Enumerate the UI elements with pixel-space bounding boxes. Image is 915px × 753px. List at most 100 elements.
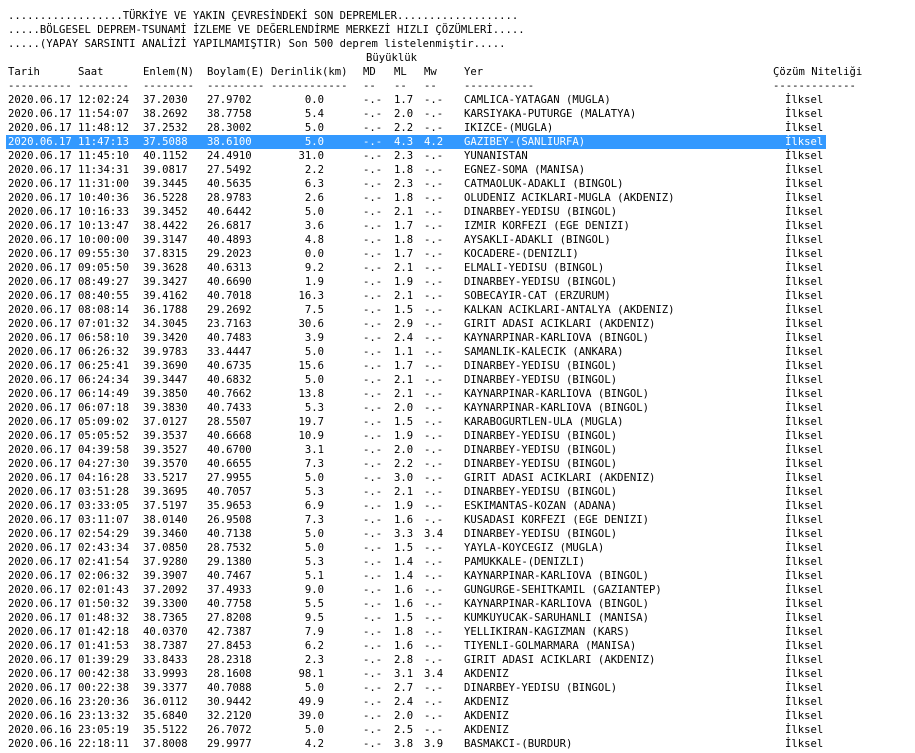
table-row[interactable]: 2020.06.17 10:13:47 38.4422 26.6817 3.6 -.- 1.… <box>0 219 915 233</box>
row-date: 2020.06.17 <box>8 486 72 498</box>
row-md: -.- <box>363 136 383 148</box>
table-row[interactable]: 2020.06.17 09:05:50 39.3628 40.6313 9.2 -.- 2.… <box>0 261 915 275</box>
table-row[interactable]: 2020.06.17 03:11:07 38.0140 26.9508 7.3 -.- 1.… <box>0 513 915 527</box>
row-location: GUNGURGE-SEHITKAMIL (GAZIANTEP) <box>464 584 662 596</box>
table-row[interactable]: 2020.06.17 02:06:32 39.3907 40.7467 5.1 -.- 1.… <box>0 569 915 583</box>
table-row[interactable]: 2020.06.17 09:55:30 37.8315 29.2023 0.0 -.- 1.… <box>0 247 915 261</box>
row-lon: 40.4893 <box>207 234 252 246</box>
row-solution: İlksel <box>785 556 824 568</box>
row-solution: İlksel <box>785 738 824 750</box>
row-location: ELMALI-YEDISU (BINGOL) <box>464 262 605 274</box>
table-row[interactable]: 2020.06.17 07:01:32 34.3045 23.7163 30.6 -.- 2… <box>0 317 915 331</box>
row-time: 11:48:12 <box>78 122 130 134</box>
table-row[interactable]: 2020.06.17 00:42:38 33.9993 28.1608 98.1 -.- 3… <box>0 667 915 681</box>
table-row[interactable]: 2020.06.17 01:41:53 38.7387 27.8453 6.2 -.- 1.… <box>0 639 915 653</box>
row-md: -.- <box>363 164 383 176</box>
row-mw: -.- <box>424 374 444 386</box>
table-row[interactable]: 2020.06.17 02:43:34 37.0850 28.7532 5.0 -.- 1.… <box>0 541 915 555</box>
table-row[interactable]: 2020.06.17 06:14:49 39.3850 40.7662 13.8 -.- 2… <box>0 387 915 401</box>
row-md: -.- <box>363 528 383 540</box>
row-time: 00:22:38 <box>78 682 130 694</box>
row-time: 09:55:30 <box>78 248 130 260</box>
row-location: KAYNARPINAR-KARLIOVA (BINGOL) <box>464 570 649 582</box>
header-depth: Derinlik(km) <box>271 66 348 78</box>
table-row[interactable]: 2020.06.17 08:49:27 39.3427 40.6690 1.9 -.- 1.… <box>0 275 915 289</box>
table-row[interactable]: 2020.06.17 06:24:34 39.3447 40.6832 5.0 -.- 2.… <box>0 373 915 387</box>
row-md: -.- <box>363 612 383 624</box>
table-row[interactable]: 2020.06.17 01:42:18 40.0370 42.7387 7.9 -.- 1.… <box>0 625 915 639</box>
table-row[interactable]: 2020.06.17 04:27:30 39.3570 40.6655 7.3 -.- 2.… <box>0 457 915 471</box>
row-time: 11:34:31 <box>78 164 130 176</box>
table-row[interactable]: 2020.06.17 06:07:18 39.3830 40.7433 5.3 -.- 2.… <box>0 401 915 415</box>
row-depth: 0.0 <box>304 248 324 260</box>
table-row[interactable]: 2020.06.17 01:50:32 39.3300 40.7758 5.5 -.- 1.… <box>0 597 915 611</box>
row-mw: -.- <box>424 178 444 190</box>
row-time: 01:42:18 <box>78 626 130 638</box>
table-row[interactable]: 2020.06.17 02:01:43 37.2092 37.4933 9.0 -.- 1.… <box>0 583 915 597</box>
table-row[interactable]: 2020.06.17 11:45:10 40.1152 24.4910 31.0 -.- 2… <box>0 149 915 163</box>
row-mw: -.- <box>424 724 444 736</box>
table-row[interactable]: 2020.06.17 03:33:05 37.5197 35.9653 6.9 -.- 1.… <box>0 499 915 513</box>
table-row[interactable]: 2020.06.17 02:41:54 37.9280 29.1380 5.3 -.- 1.… <box>0 555 915 569</box>
table-row[interactable]: 2020.06.16 23:05:19 35.5122 26.7072 5.0 -.- 2.… <box>0 723 915 737</box>
table-row[interactable]: 2020.06.17 08:40:55 39.4162 40.7018 16.3 -.- 2… <box>0 289 915 303</box>
row-mw: -.- <box>424 654 444 666</box>
table-row[interactable]: 2020.06.17 06:25:41 39.3690 40.6735 15.6 -.- 1… <box>0 359 915 373</box>
row-location: GIRIT ADASI ACIKLARI (AKDENIZ) <box>464 318 656 330</box>
row-lon: 27.9955 <box>207 472 252 484</box>
row-solution: İlksel <box>785 94 824 106</box>
table-row-selected[interactable]: 2020.06.17 11:47:13 37.5088 38.6100 5.0 -.- 4.… <box>0 135 915 149</box>
table-row[interactable]: 2020.06.17 11:54:07 38.2692 38.7758 5.4 -.- 2.… <box>0 107 915 121</box>
table-row[interactable]: 2020.06.17 04:16:28 33.5217 27.9955 5.0 -.- 3.… <box>0 471 915 485</box>
row-depth: 5.0 <box>304 472 324 484</box>
row-mw: -.- <box>424 430 444 442</box>
row-md: -.- <box>363 108 383 120</box>
table-row[interactable]: 2020.06.17 11:48:12 37.2532 28.3002 5.0 -.- 2.… <box>0 121 915 135</box>
table-row[interactable]: 2020.06.16 23:20:36 36.0112 30.9442 49.9 -.- 2… <box>0 695 915 709</box>
row-solution: İlksel <box>785 150 824 162</box>
table-row[interactable]: 2020.06.17 05:09:02 37.0127 28.5507 19.7 -.- 1… <box>0 415 915 429</box>
table-row[interactable]: 2020.06.17 12:02:24 37.2030 27.9702 0.0 -.- 1.… <box>0 93 915 107</box>
row-time: 06:58:10 <box>78 332 130 344</box>
row-time: 11:54:07 <box>78 108 130 120</box>
row-mw: -.- <box>424 234 444 246</box>
table-row[interactable]: 2020.06.17 10:16:33 39.3452 40.6442 5.0 -.- 2.… <box>0 205 915 219</box>
row-mw: -.- <box>424 570 444 582</box>
table-row[interactable]: 2020.06.17 11:31:00 39.3445 40.5635 6.3 -.- 2.… <box>0 177 915 191</box>
table-row[interactable]: 2020.06.17 03:51:28 39.3695 40.7057 5.3 -.- 2.… <box>0 485 915 499</box>
header-md: MD <box>363 66 376 78</box>
table-row[interactable]: 2020.06.17 00:22:38 39.3377 40.7088 5.0 -.- 2.… <box>0 681 915 695</box>
row-time: 02:43:34 <box>78 542 130 554</box>
table-row[interactable]: 2020.06.17 02:54:29 39.3460 40.7138 5.0 -.- 3.… <box>0 527 915 541</box>
row-lat: 34.3045 <box>143 318 188 330</box>
row-depth: 39.0 <box>298 710 324 722</box>
row-solution: İlksel <box>785 724 824 736</box>
table-row[interactable]: 2020.06.17 10:00:00 39.3147 40.4893 4.8 -.- 1.… <box>0 233 915 247</box>
table-row[interactable]: 2020.06.17 06:58:10 39.3420 40.7483 3.9 -.- 2.… <box>0 331 915 345</box>
row-depth: 15.6 <box>298 360 324 372</box>
row-location: DINARBEY-YEDISU (BINGOL) <box>464 444 618 456</box>
row-mw: -.- <box>424 220 444 232</box>
row-time: 10:40:36 <box>78 192 130 204</box>
row-time: 11:31:00 <box>78 178 130 190</box>
table-row[interactable]: 2020.06.17 11:34:31 39.0817 27.5492 2.2 -.- 1.… <box>0 163 915 177</box>
table-row[interactable]: 2020.06.17 01:48:32 38.7365 27.8208 9.5 -.- 1.… <box>0 611 915 625</box>
row-lat: 39.3420 <box>143 332 188 344</box>
row-date: 2020.06.17 <box>8 248 72 260</box>
table-row[interactable]: 2020.06.17 05:05:52 39.3537 40.6668 10.9 -.- 1… <box>0 429 915 443</box>
table-row[interactable]: 2020.06.17 06:26:32 39.9783 33.4447 5.0 -.- 1.… <box>0 345 915 359</box>
row-lat: 37.9280 <box>143 556 188 568</box>
row-location: BASMAKCI-(BURDUR) <box>464 738 573 750</box>
row-mw: -.- <box>424 290 444 302</box>
table-row[interactable]: 2020.06.17 10:40:36 36.5228 28.9783 2.6 -.- 1.… <box>0 191 915 205</box>
row-depth: 5.0 <box>304 346 324 358</box>
table-row[interactable]: 2020.06.17 08:08:14 36.1788 29.2692 7.5 -.- 1.… <box>0 303 915 317</box>
row-md: -.- <box>363 276 383 288</box>
table-row[interactable]: 2020.06.16 22:18:11 37.8008 29.9977 4.2 -.- 3.… <box>0 737 915 751</box>
row-time: 10:16:33 <box>78 206 130 218</box>
row-lat: 38.0140 <box>143 514 188 526</box>
table-row[interactable]: 2020.06.17 04:39:58 39.3527 40.6700 3.1 -.- 2.… <box>0 443 915 457</box>
row-ml: 1.9 <box>394 430 414 442</box>
table-row[interactable]: 2020.06.17 01:39:29 33.8433 28.2318 2.3 -.- 2.… <box>0 653 915 667</box>
table-row[interactable]: 2020.06.16 23:13:32 35.6840 32.2120 39.0 -.- 2… <box>0 709 915 723</box>
